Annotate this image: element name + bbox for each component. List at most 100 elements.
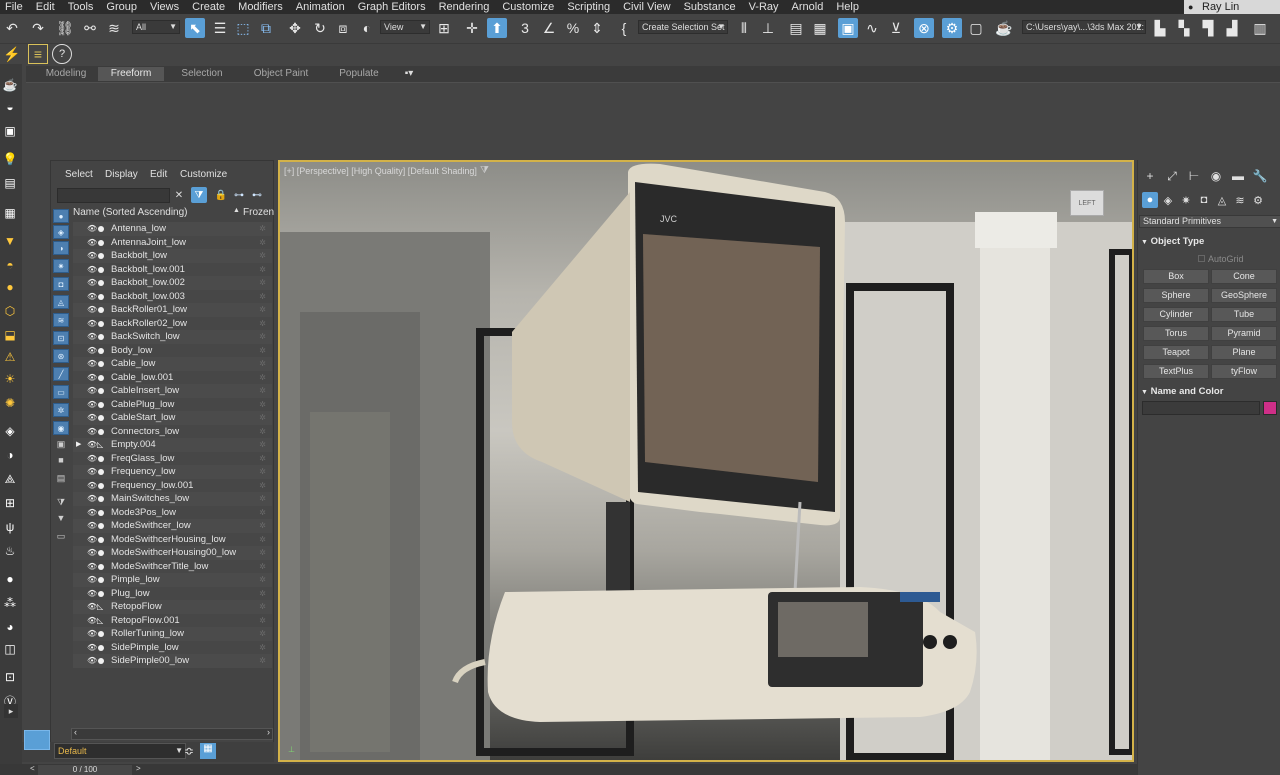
- menu-rendering[interactable]: Rendering: [434, 0, 498, 14]
- selection-filter-dropdown[interactable]: All ▼: [132, 20, 180, 34]
- freeze-icon[interactable]: ✲: [259, 641, 266, 655]
- filter-frozen-icon[interactable]: ✲: [53, 403, 69, 417]
- name-color-rollout[interactable]: ▼ Name and Color: [1141, 386, 1279, 397]
- se-search-input[interactable]: [57, 188, 170, 203]
- object-name-field[interactable]: [1142, 401, 1260, 415]
- visibility-eye-icon[interactable]: 👁: [87, 357, 97, 371]
- visibility-eye-icon[interactable]: 👁: [87, 533, 97, 547]
- ribbon-options-icon[interactable]: ▪▾: [398, 67, 420, 81]
- teapot-icon[interactable]: ☕: [1, 76, 19, 94]
- visibility-eye-icon[interactable]: 👁: [87, 317, 97, 331]
- mesh-light-icon[interactable]: ⬡: [1, 302, 19, 320]
- list-item[interactable]: 👁 BackRoller01_low ✲: [73, 303, 272, 317]
- freeze-icon[interactable]: ✲: [259, 357, 266, 371]
- list-item[interactable]: 👁 FreqGlass_low ✲: [73, 451, 272, 466]
- modify-panel-icon[interactable]: ⤢: [1164, 168, 1180, 184]
- list-item[interactable]: 👁 ModeSwithcerTitle_low ✲: [73, 559, 272, 574]
- list-item[interactable]: 👁 SidePimple_low ✲: [73, 640, 272, 655]
- list-item[interactable]: 👁 RollerTuning_low ✲: [73, 627, 272, 641]
- object-color-swatch[interactable]: [1263, 401, 1277, 415]
- fire-icon[interactable]: ♨: [1, 542, 19, 560]
- reference-coordinate-dropdown[interactable]: View ▼: [380, 20, 430, 34]
- list-item[interactable]: 👁 Backbolt_low.003 ✲: [73, 289, 272, 304]
- list-item[interactable]: ▶ 👁 ◺ Empty.004 ✲: [73, 438, 272, 452]
- filter-containers-icon[interactable]: ▭: [53, 385, 69, 399]
- visibility-eye-icon[interactable]: 👁: [87, 425, 97, 439]
- unlink-icon[interactable]: ⚯: [80, 18, 100, 38]
- visibility-eye-icon[interactable]: 👁: [87, 303, 97, 317]
- ribbon-menu-icon[interactable]: ≡: [28, 44, 48, 64]
- sphere-tool-icon[interactable]: ◒: [1, 98, 19, 116]
- visibility-eye-icon[interactable]: 👁: [87, 479, 97, 493]
- viewcube-icon[interactable]: LEFT: [1070, 190, 1104, 216]
- select-manipulate-icon[interactable]: ✛: [462, 18, 482, 38]
- tab-object-paint[interactable]: Object Paint: [246, 67, 316, 81]
- geometry-category-icon[interactable]: ●: [1142, 192, 1158, 208]
- filter-geometry-icon[interactable]: ◈: [53, 225, 69, 239]
- list-item[interactable]: 👁 CableInsert_low ✲: [73, 384, 272, 398]
- freeze-icon[interactable]: ✲: [259, 560, 266, 574]
- list-item[interactable]: 👁 ModeSwithcerHousing00_low ✲: [73, 546, 272, 560]
- list-item[interactable]: 👁 CablePlug_low ✲: [73, 397, 272, 411]
- torus-button[interactable]: Torus: [1143, 326, 1209, 341]
- helpers-category-icon[interactable]: ◬: [1214, 192, 1230, 208]
- list-item[interactable]: 👁 Pimple_low ✲: [73, 573, 272, 587]
- percent-snap-icon[interactable]: %: [563, 18, 583, 38]
- render-setup-icon[interactable]: ⚙: [942, 18, 962, 38]
- freeze-icon[interactable]: ✲: [259, 479, 266, 493]
- visibility-eye-icon[interactable]: 👁: [87, 627, 97, 641]
- visibility-eye-icon[interactable]: 👁: [87, 519, 97, 533]
- menu-substance[interactable]: Substance: [679, 0, 744, 14]
- select-object-icon[interactable]: ⬉: [185, 18, 205, 38]
- visibility-eye-icon[interactable]: 👁: [87, 236, 97, 250]
- visibility-eye-icon[interactable]: 👁: [87, 587, 97, 601]
- keyboard-shortcut-override-icon[interactable]: ⬆: [487, 18, 507, 38]
- freeze-icon[interactable]: ✲: [259, 533, 266, 547]
- horizontal-scrollbar[interactable]: ‹ ›: [71, 727, 273, 740]
- freeze-icon[interactable]: ✲: [259, 303, 266, 317]
- list-item[interactable]: 👁 ◺ RetopoFlow.001 ✲: [73, 613, 272, 627]
- visibility-eye-icon[interactable]: 👁: [87, 600, 97, 614]
- list-item[interactable]: 👁 Cable_low ✲: [73, 357, 272, 371]
- visibility-eye-icon[interactable]: 👁: [87, 290, 97, 304]
- freeze-icon[interactable]: ✲: [259, 587, 266, 601]
- list-item[interactable]: 👁 BackRoller02_low ✲: [73, 316, 272, 331]
- filter-lights-icon[interactable]: ✷: [53, 259, 69, 273]
- freeze-icon[interactable]: ✲: [259, 263, 266, 277]
- visibility-eye-icon[interactable]: 👁: [87, 411, 97, 425]
- list-item[interactable]: 👁 MainSwitches_low ✲: [73, 492, 272, 506]
- rectangular-selection-icon[interactable]: ⬚: [233, 18, 253, 38]
- expand-arrow-icon[interactable]: ▶: [76, 438, 81, 452]
- visibility-eye-icon[interactable]: 👁: [87, 330, 97, 344]
- list-item[interactable]: 👁 Backbolt_low.001 ✲: [73, 262, 272, 277]
- named-selection-dropdown[interactable]: Create Selection Set ▼: [638, 20, 728, 34]
- filter-groups-icon[interactable]: ⊡: [53, 331, 69, 345]
- freeze-icon[interactable]: ✲: [259, 452, 266, 466]
- align-icon[interactable]: ⊥: [758, 18, 778, 38]
- visibility-eye-icon[interactable]: 👁: [87, 465, 97, 479]
- list-item[interactable]: 👁 Frequency_low ✲: [73, 465, 272, 479]
- viewport-label[interactable]: [+] [Perspective] [High Quality] [Defaul…: [284, 166, 477, 176]
- visibility-eye-icon[interactable]: 👁: [87, 654, 97, 668]
- freeze-icon[interactable]: ✲: [259, 465, 266, 479]
- list-item[interactable]: 👁 BackSwitch_low ✲: [73, 330, 272, 344]
- display-influences-icon[interactable]: ■: [55, 455, 67, 467]
- layer-hierarchy-icon[interactable]: ⊷: [249, 187, 265, 203]
- edit-named-selection-icon[interactable]: {: [614, 18, 634, 38]
- visibility-eye-icon[interactable]: 👁: [87, 492, 97, 506]
- layer-stack-icon[interactable]: ≎: [184, 744, 194, 758]
- user-account[interactable]: ● Ray Lin: [1184, 0, 1280, 14]
- freeze-icon[interactable]: ✲: [259, 276, 266, 290]
- spacewarps-category-icon[interactable]: ≋: [1232, 192, 1248, 208]
- filter-container-2-icon[interactable]: ▭: [55, 531, 67, 543]
- visibility-eye-icon[interactable]: 👁: [87, 249, 97, 263]
- scale-icon[interactable]: ⧈: [333, 18, 353, 38]
- list-item[interactable]: 👁 SidePimple00_low ✲: [73, 654, 272, 668]
- curve-editor-icon[interactable]: ∿: [862, 18, 882, 38]
- box-button[interactable]: Box: [1143, 269, 1209, 284]
- cylinder-button[interactable]: Cylinder: [1143, 307, 1209, 322]
- snaps-toggle-icon[interactable]: 3: [515, 18, 535, 38]
- spot-light-icon[interactable]: ▼: [1, 232, 19, 250]
- box-tool-icon[interactable]: ▣: [1, 122, 19, 140]
- toggle-ribbon-icon[interactable]: ▣: [838, 18, 858, 38]
